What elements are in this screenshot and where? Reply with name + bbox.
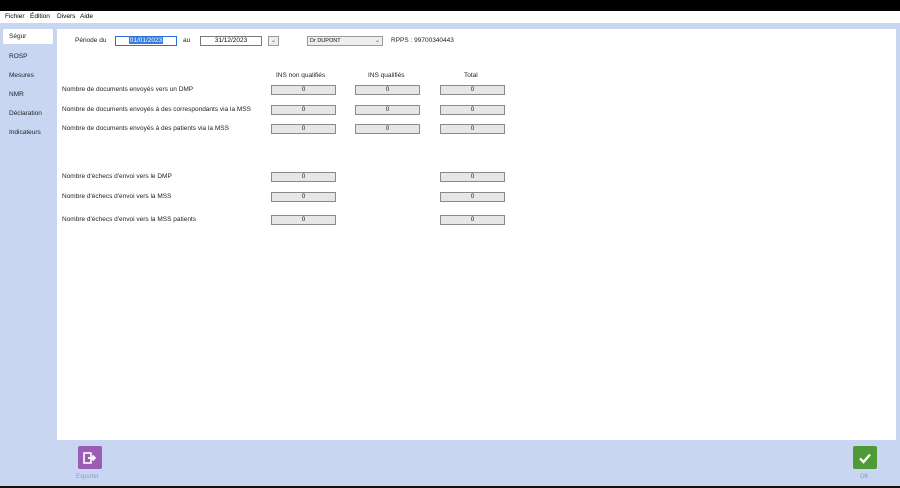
- menu-aide[interactable]: Aide: [80, 13, 93, 20]
- date-to-value: 31/12/2023: [214, 37, 248, 44]
- value-field: 0: [440, 192, 505, 202]
- row-label: Nombre d'échecs d'envoi vers le DMP: [62, 173, 172, 180]
- value-field: 0: [271, 105, 336, 115]
- export-button[interactable]: [78, 446, 102, 469]
- value-field: 0: [440, 105, 505, 115]
- menu-divers[interactable]: Divers: [57, 13, 75, 20]
- value-field: 0: [440, 215, 505, 225]
- row-label: Nombre de documents envoyés à des patien…: [62, 125, 229, 132]
- menu-bar: Fichier Édition Divers Aide: [0, 11, 900, 23]
- date-from-value: 01/01/2023: [128, 37, 164, 44]
- value-field: 0: [271, 124, 336, 134]
- sidebar-item-declaration[interactable]: Déclaration: [3, 106, 53, 121]
- date-from-input[interactable]: 01/01/2023: [115, 36, 177, 46]
- main-panel: Période du 01/01/2023 au 31/12/2023 ⌄ Dr…: [57, 29, 896, 440]
- row-label: Nombre d'échecs d'envoi vers la MSS pati…: [62, 216, 196, 223]
- row-label: Nombre de documents envoyés à des corres…: [62, 106, 251, 113]
- row-label: Nombre d'échecs d'envoi vers la MSS: [62, 193, 172, 200]
- value-field: 0: [271, 215, 336, 225]
- sidebar-item-nmr[interactable]: NMR: [3, 87, 53, 102]
- value-field: 0: [355, 85, 420, 95]
- export-label: Exporter: [76, 474, 99, 480]
- value-field: 0: [440, 85, 505, 95]
- date-picker-button[interactable]: ⌄: [268, 36, 279, 46]
- header-ins-non-qualifies: INS non qualifiés: [276, 72, 326, 79]
- sidebar-item-indicateurs[interactable]: Indicateurs: [3, 125, 53, 140]
- app-window: Ségur ROSP Mesures NMR Déclaration Indic…: [0, 23, 900, 488]
- value-field: 0: [355, 124, 420, 134]
- checkmark-icon: [859, 453, 871, 464]
- value-field: 0: [271, 85, 336, 95]
- header-total: Total: [464, 72, 478, 79]
- value-field: 0: [440, 172, 505, 182]
- doctor-select[interactable]: Dr DUPONT ⌄: [307, 36, 383, 46]
- doctor-select-value: Dr DUPONT: [310, 38, 341, 44]
- menu-edition[interactable]: Édition: [30, 13, 50, 20]
- value-field: 0: [271, 172, 336, 182]
- sidebar-item-mesures[interactable]: Mesures: [3, 68, 53, 83]
- row-label: Nombre de documents envoyés vers un DMP: [62, 86, 194, 93]
- rpps-number: RPPS : 99700340443: [391, 37, 454, 44]
- sidebar-item-segur[interactable]: Ségur: [3, 29, 53, 44]
- menu-fichier[interactable]: Fichier: [5, 13, 25, 20]
- period-label: Période du: [75, 37, 107, 44]
- chevron-down-icon: ⌄: [374, 38, 380, 44]
- period-to-label: au: [183, 37, 191, 44]
- date-to-input[interactable]: 31/12/2023: [200, 36, 262, 46]
- export-icon: [83, 451, 97, 464]
- sidebar-item-rosp[interactable]: ROSP: [3, 49, 53, 64]
- ok-button[interactable]: [853, 446, 877, 469]
- value-field: 0: [271, 192, 336, 202]
- value-field: 0: [355, 105, 420, 115]
- chevron-down-icon: ⌄: [270, 38, 276, 44]
- ok-label: OK: [860, 474, 869, 480]
- value-field: 0: [440, 124, 505, 134]
- header-ins-qualifies: INS qualifiés: [368, 72, 405, 79]
